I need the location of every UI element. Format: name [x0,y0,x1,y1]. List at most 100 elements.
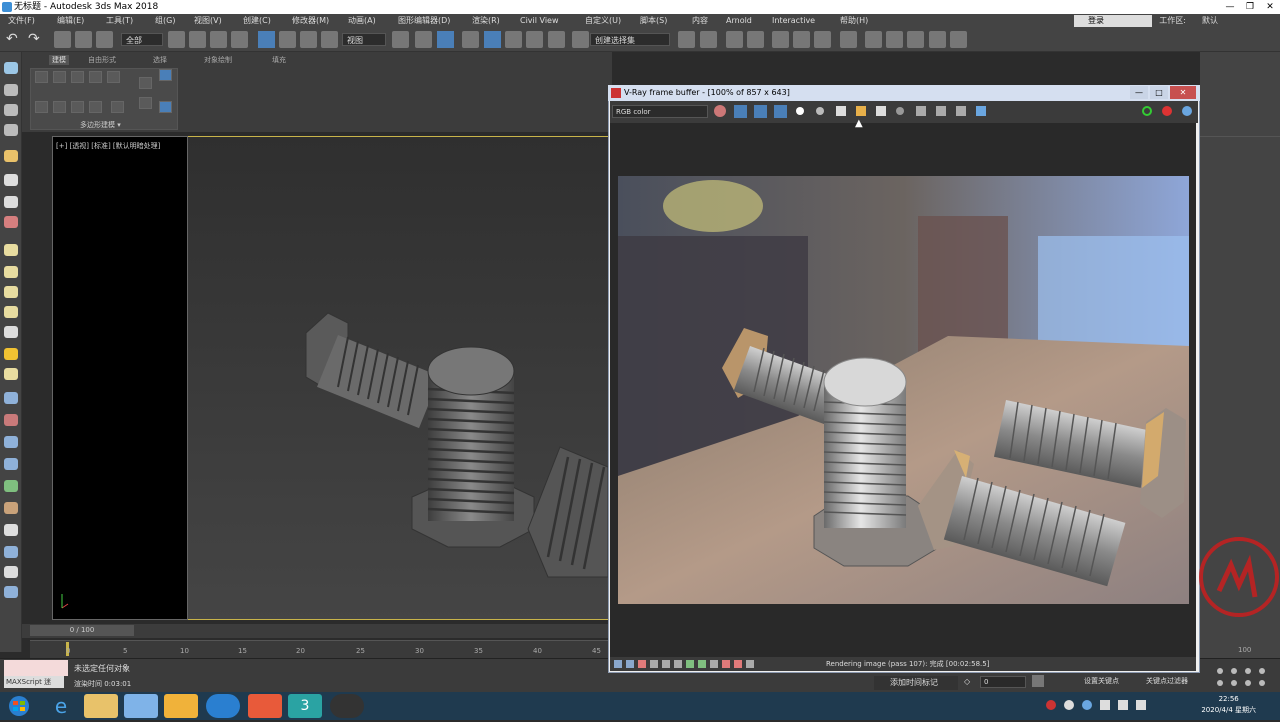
menu-views[interactable]: 视图(V) [194,14,222,28]
vfb-history-icon[interactable] [896,107,904,115]
bind-spacewarp-icon[interactable] [96,31,113,48]
key-filters-button[interactable]: 关键点过滤器 [1146,676,1188,686]
app-icon-4[interactable] [164,694,198,718]
ribbon-btn-6[interactable] [139,77,152,89]
menu-customize[interactable]: 自定义(U) [585,14,621,28]
viewport-label[interactable]: [+] [透视] [标准] [默认明暗处理] [56,141,160,151]
menu-modifiers[interactable]: 修改器(M) [292,14,329,28]
hierarchy-panel-icon[interactable] [4,104,18,116]
app-icon-6[interactable] [248,694,282,718]
selection-filter-dropdown[interactable]: 全部 [121,33,163,46]
start-icon[interactable] [2,694,36,718]
ref-coord-dropdown[interactable]: 视图 [342,33,386,46]
ribbon-tab-modeling[interactable]: 建模 [49,55,69,65]
placement-icon[interactable] [321,31,338,48]
selection-set-dropdown[interactable]: 创建选择集 [590,33,670,46]
vfb-green-channel-icon[interactable] [754,105,767,118]
app-icon-3[interactable] [124,694,158,718]
vfb-mono-icon[interactable] [816,107,824,115]
frame-field[interactable]: 0 [980,676,1026,688]
rotate-icon[interactable] [279,31,296,48]
vfb-load-image-icon[interactable] [856,106,866,116]
menu-content[interactable]: 内容 [692,14,708,28]
ribbon-btn-12[interactable] [111,101,124,113]
vfb-stop-icon[interactable] [1162,106,1172,116]
login-dropdown[interactable]: 登录 [1074,15,1152,27]
menu-scripting[interactable]: 脚本(S) [640,14,667,28]
track-bar[interactable]: 0 5 10 15 20 25 30 35 40 45 [30,640,610,658]
ribbon-btn-5[interactable] [107,71,120,83]
ribbon-btn-1[interactable] [35,71,48,83]
menu-edit[interactable]: 编辑(E) [57,14,84,28]
vfb-blue-channel-icon[interactable] [774,105,787,118]
ribbon-btn-2[interactable] [53,71,66,83]
particle-icon[interactable] [4,458,18,470]
menu-rendering[interactable]: 渲染(R) [472,14,500,28]
utilities-panel-icon[interactable] [4,174,18,186]
system-icon[interactable] [4,586,18,598]
dummy-icon[interactable] [4,414,18,426]
vfb-clear-icon[interactable] [876,106,886,116]
redo-icon[interactable]: ↷ [28,31,45,48]
select-object-icon[interactable] [168,31,185,48]
obs-icon[interactable] [330,694,364,718]
vfb-teapot-icon[interactable] [1182,106,1192,116]
minimize-icon[interactable]: — [1220,0,1240,14]
manipulate-icon[interactable] [415,31,432,48]
scene-explorer-icon[interactable] [726,31,743,48]
ribbon-btn-8[interactable] [35,101,48,113]
maximize-icon[interactable]: ❐ [1240,0,1260,14]
ribbon-tab-populate[interactable]: 填充 [272,55,286,65]
vfb-render-icon[interactable] [1142,106,1152,116]
layer-explorer-icon[interactable] [747,31,764,48]
cone-icon[interactable] [4,326,18,338]
snap-tool-icon[interactable] [4,196,18,208]
close-icon[interactable]: ✕ [1260,0,1280,14]
workspace-dropdown[interactable]: 默认 [1202,14,1218,28]
ribbon-btn-10[interactable] [71,101,84,113]
menu-graph-editors[interactable]: 图形编辑器(D) [398,14,450,28]
render-setup-icon[interactable] [865,31,882,48]
render-production-icon[interactable] [907,31,924,48]
angle-snap-icon[interactable] [484,31,501,48]
ribbon-btn-14[interactable] [159,101,172,113]
percent-snap-icon[interactable] [505,31,522,48]
ribbon-btn-13[interactable] [139,97,152,109]
mini-listener[interactable] [4,660,68,676]
modify-panel-icon[interactable] [4,84,18,96]
ribbon-btn-9[interactable] [53,101,66,113]
vfb-red-channel-icon[interactable] [734,105,747,118]
vfb-maximize-icon[interactable]: □ [1150,86,1168,99]
perspective-viewport[interactable] [188,136,608,620]
camera-icon[interactable] [4,546,18,558]
undo-icon[interactable]: ↶ [6,31,23,48]
vfb-region-icon[interactable] [916,106,926,116]
add-time-tag[interactable]: 添加时间标记 [874,676,958,690]
key-mode-icon[interactable]: ◇ [964,677,980,687]
menu-interactive[interactable]: Interactive [772,14,815,28]
helper-icon[interactable] [4,566,18,578]
3dsmax-taskbar-icon[interactable]: 3 [288,694,322,718]
vfb-minimize-icon[interactable]: — [1130,86,1148,99]
pivot-icon[interactable] [392,31,409,48]
time-slider[interactable]: 0 / 100 [30,625,134,636]
vfb-channel-dropdown[interactable]: RGB color [612,105,708,118]
ribbon-panel-label[interactable]: 多边形建模 ▾ [80,120,121,130]
rect-selection-icon[interactable] [210,31,227,48]
display-panel-icon[interactable] [4,150,18,162]
menu-create[interactable]: 创建(C) [243,14,271,28]
ribbon-btn-3[interactable] [71,71,84,83]
menu-civil-view[interactable]: Civil View [520,14,559,28]
motion-panel-icon[interactable] [4,124,18,136]
ribbon-btn-11[interactable] [89,101,102,113]
named-sets-icon[interactable] [572,31,589,48]
ribbon-tab-selection[interactable]: 选择 [153,55,167,65]
unlink-icon[interactable] [75,31,92,48]
ribbon-toggle-icon[interactable] [772,31,789,48]
mirror-icon[interactable] [678,31,695,48]
system-tray[interactable] [1046,700,1166,712]
material-editor-icon[interactable] [840,31,857,48]
vfb-titlebar[interactable]: V-Ray frame buffer - [100% of 857 x 643]… [608,85,1200,101]
ribbon-btn-7[interactable] [159,69,172,81]
spinner-snap-icon[interactable] [526,31,543,48]
